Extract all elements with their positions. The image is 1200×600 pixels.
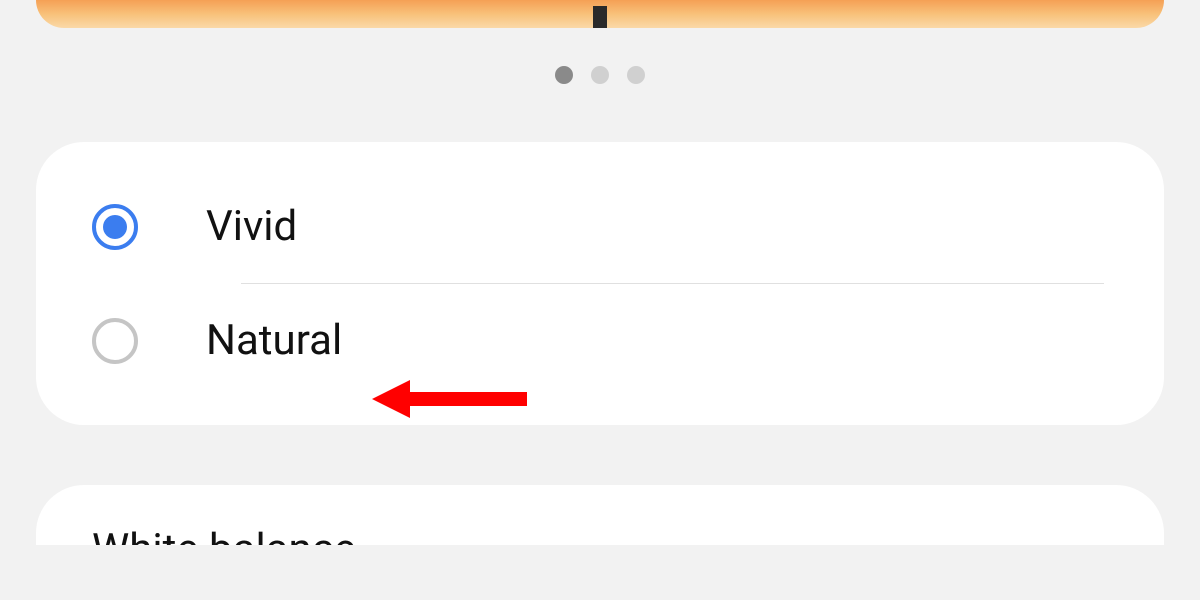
radio-option-natural[interactable]: Natural: [36, 284, 1164, 397]
pager-dot-1[interactable]: [555, 66, 573, 84]
radio-inner-dot-icon: [103, 215, 127, 239]
radio-label-natural: Natural: [206, 316, 342, 365]
next-card-heading: White balance: [92, 525, 1108, 545]
preview-pole-graphic: [593, 6, 607, 28]
page-indicator[interactable]: [0, 66, 1200, 84]
radio-option-vivid[interactable]: Vivid: [36, 170, 1164, 283]
pager-dot-2[interactable]: [591, 66, 609, 84]
radio-selected-icon: [92, 204, 138, 250]
pager-dot-3[interactable]: [627, 66, 645, 84]
preview-image-card: [36, 0, 1164, 28]
radio-unselected-icon: [92, 318, 138, 364]
radio-label-vivid: Vivid: [206, 202, 297, 251]
next-settings-card: White balance: [36, 485, 1164, 545]
screen-mode-card: Vivid Natural: [36, 142, 1164, 425]
